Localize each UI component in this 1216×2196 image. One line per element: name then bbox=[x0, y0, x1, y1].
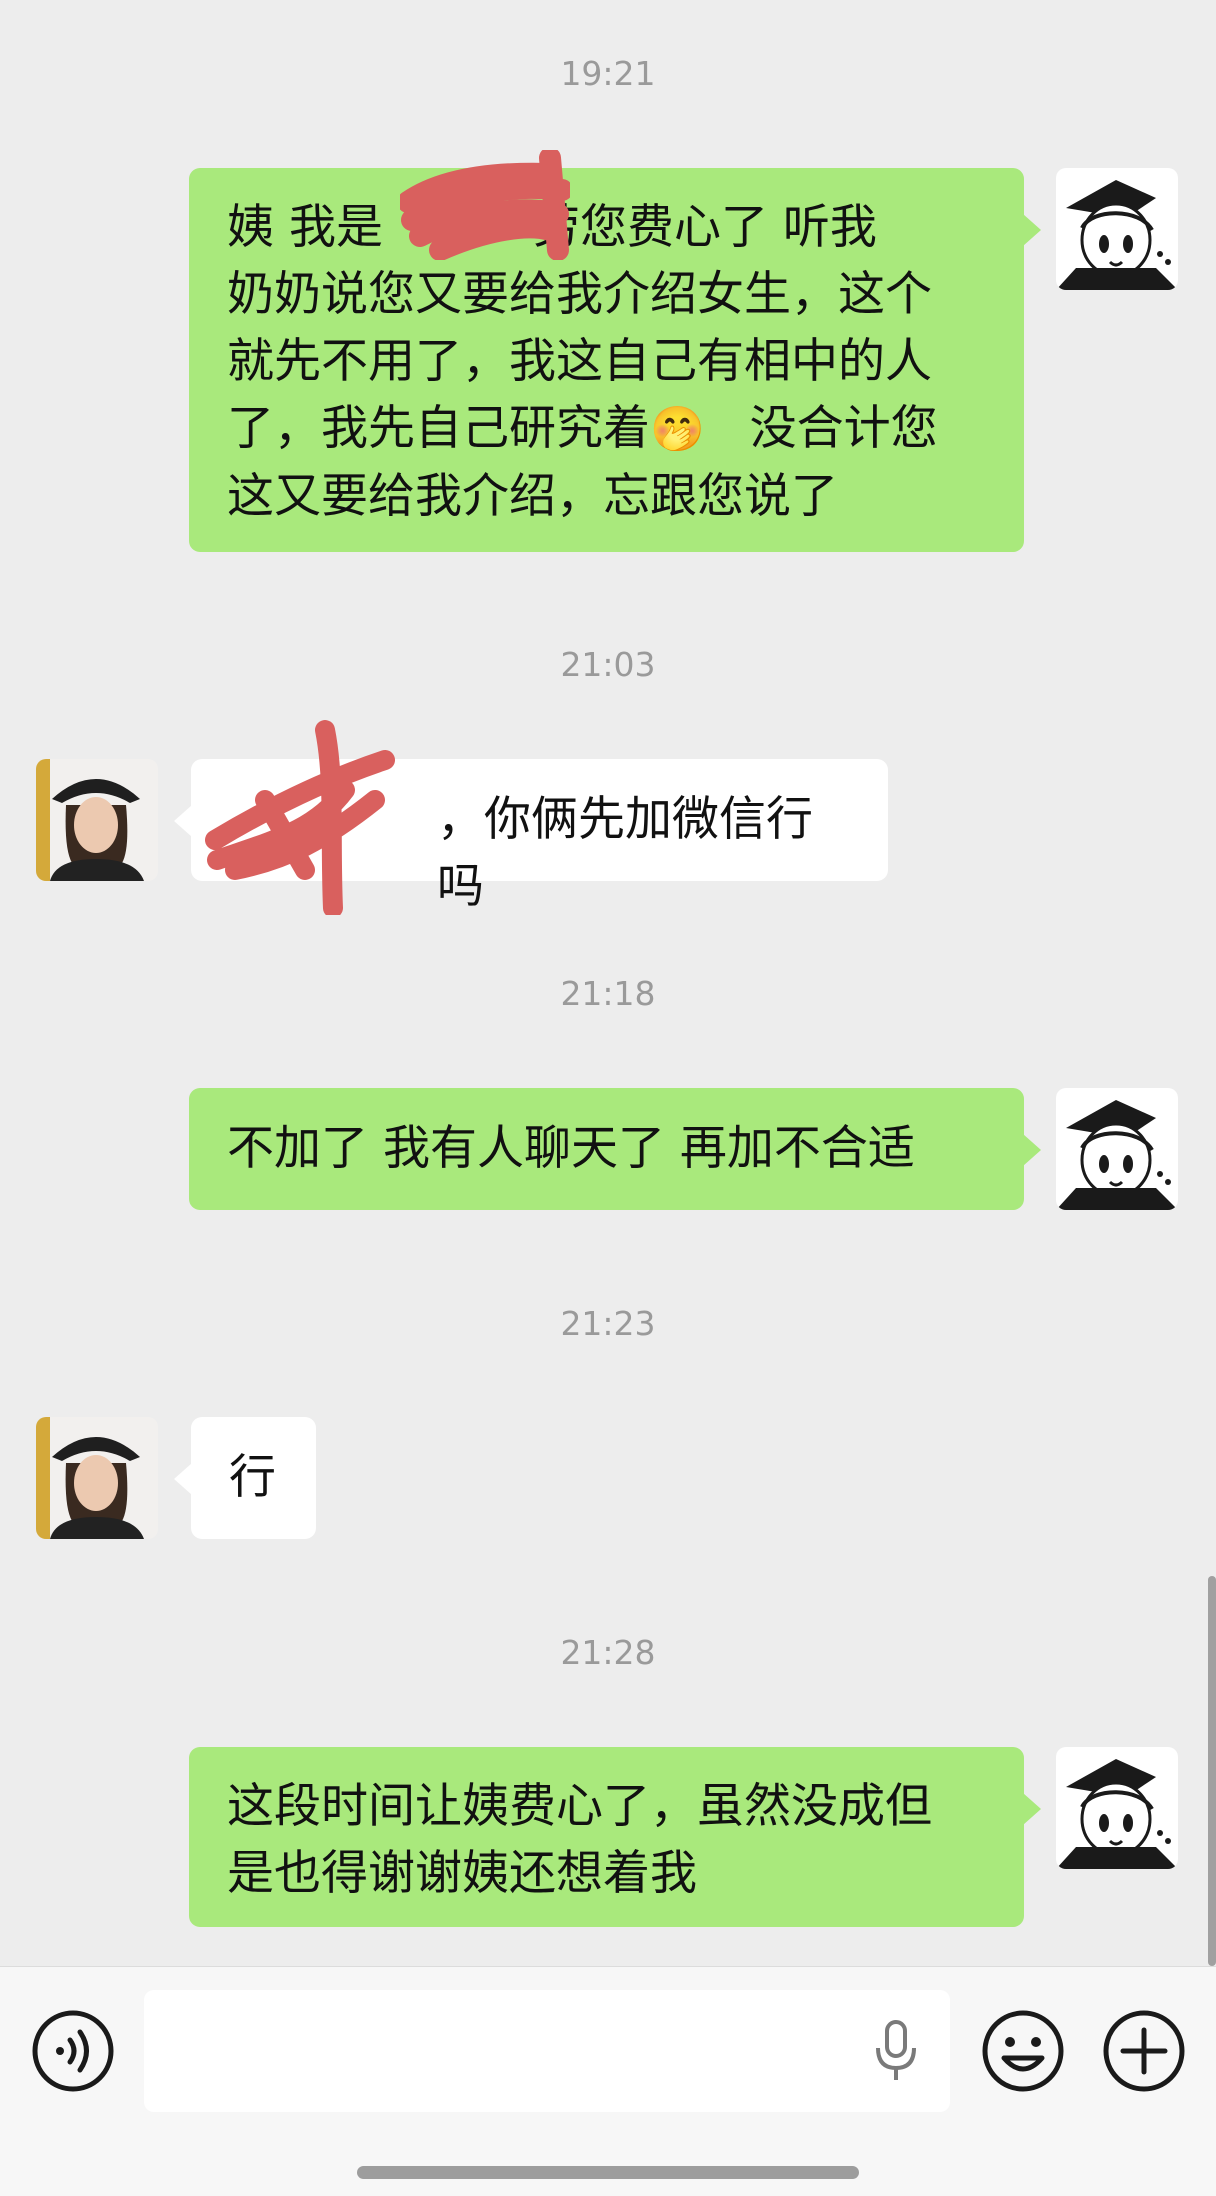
plus-icon[interactable] bbox=[1101, 2008, 1187, 2094]
message-bubble-outgoing[interactable]: 姨 我是 劳您费心了 听我 奶奶说您又要给我介绍女生，这个 就先不用了，我这自己有… bbox=[189, 168, 1041, 552]
timestamp: 21:28 bbox=[560, 1633, 656, 1672]
microphone-icon[interactable] bbox=[872, 2020, 920, 2082]
emoji-icon[interactable] bbox=[980, 2008, 1066, 2094]
message-input[interactable] bbox=[144, 1990, 950, 2112]
input-bar bbox=[0, 1966, 1216, 2196]
home-indicator[interactable] bbox=[357, 2166, 859, 2179]
face-with-hand-emoji: 🤭 bbox=[650, 404, 705, 455]
message-line: 就先不用了，我这自己有相中的人 bbox=[227, 334, 932, 389]
message-line: 奶奶说您又要给我介绍女生，这个 bbox=[227, 267, 932, 322]
message-bubble-incoming[interactable]: 行 bbox=[174, 1417, 316, 1539]
message-line: 姨 我是 劳您费心了 听我 bbox=[227, 200, 877, 255]
message-bubble-outgoing[interactable]: 不加了 我有人聊天了 再加不合适 bbox=[189, 1088, 1041, 1210]
message-line: 了，我先自己研究着🤭 没合计您 bbox=[227, 401, 938, 456]
timestamp: 21:03 bbox=[560, 645, 656, 684]
my-avatar[interactable] bbox=[1056, 168, 1178, 290]
message-line: 这又要给我介绍，忘跟您说了 bbox=[227, 469, 838, 524]
contact-avatar[interactable] bbox=[36, 1417, 158, 1539]
message-bubble-outgoing[interactable]: 这段时间让姨费心了，虽然没成但 是也得谢谢姨还想着我 bbox=[189, 1747, 1041, 1927]
message-line: 这段时间让姨费心了，虽然没成但 bbox=[227, 1779, 932, 1834]
contact-avatar[interactable] bbox=[36, 759, 158, 881]
scrollbar[interactable] bbox=[1208, 1576, 1216, 1966]
message-line: 是也得谢谢姨还想着我 bbox=[227, 1846, 697, 1901]
message-bubble-incoming[interactable]: ，你俩先加微信行吗 bbox=[174, 759, 888, 914]
timestamp: 21:18 bbox=[560, 974, 656, 1013]
voice-icon[interactable] bbox=[30, 2008, 116, 2094]
my-avatar[interactable] bbox=[1056, 1088, 1178, 1210]
timestamp: 21:23 bbox=[560, 1304, 656, 1343]
my-avatar[interactable] bbox=[1056, 1747, 1178, 1869]
timestamp: 19:21 bbox=[560, 54, 656, 93]
